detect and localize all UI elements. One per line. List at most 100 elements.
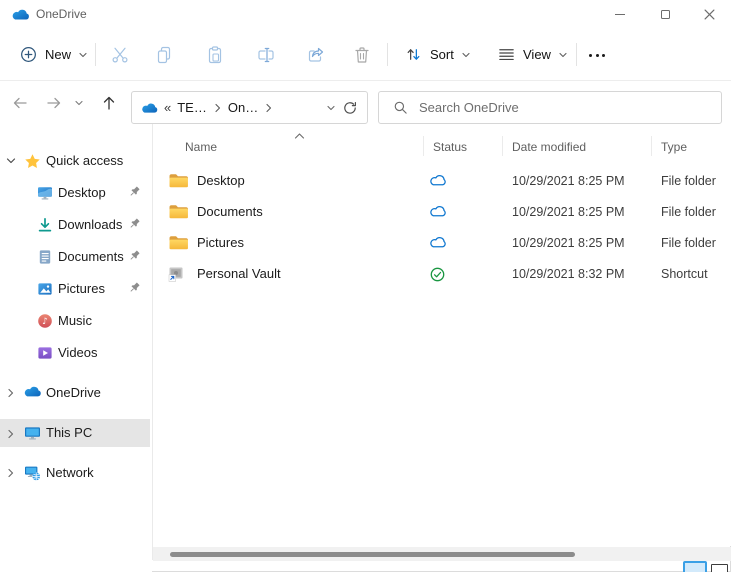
delete-button[interactable] [348, 41, 376, 69]
file-list-pane: Name Status Date modified Type Desktop 1… [153, 124, 731, 546]
synced-status-icon [430, 267, 445, 282]
sidebar-item-videos[interactable]: Videos [0, 338, 150, 368]
desktop-icon [37, 185, 53, 201]
file-date-modified: 10/29/2021 8:32 PM [512, 267, 625, 281]
breadcrumb-segment[interactable]: TE… [177, 100, 207, 115]
minimize-button[interactable] [598, 0, 642, 28]
toolbar-divider [576, 43, 577, 66]
onedrive-logo-icon [11, 8, 30, 21]
file-date-modified: 10/29/2021 8:25 PM [512, 236, 625, 250]
copy-icon [154, 45, 174, 65]
folder-icon [168, 172, 189, 189]
recent-locations-button[interactable] [68, 89, 90, 117]
file-date-modified: 10/29/2021 8:25 PM [512, 205, 625, 219]
refresh-icon[interactable] [342, 100, 358, 116]
sidebar-item-quick-access[interactable]: Quick access [0, 146, 150, 176]
chevron-right-icon[interactable] [6, 468, 16, 478]
sidebar-item-network[interactable]: Network [0, 458, 150, 488]
sidebar-item-onedrive[interactable]: OneDrive [0, 378, 150, 408]
file-date-modified: 10/29/2021 8:25 PM [512, 174, 625, 188]
chevron-right-icon[interactable] [6, 429, 16, 439]
column-header-row: Name Status Date modified Type [153, 124, 731, 160]
pin-icon [128, 281, 142, 295]
new-button-label: New [45, 47, 71, 62]
title-bar: OneDrive [0, 0, 731, 28]
onedrive-cloud-icon [24, 385, 41, 398]
file-type: File folder [661, 236, 716, 250]
sidebar-item-label: This PC [46, 425, 92, 441]
clipboard-icon [205, 45, 225, 65]
breadcrumb-segment[interactable]: On… [228, 100, 258, 115]
network-icon [24, 465, 41, 481]
paste-button[interactable] [201, 41, 229, 69]
folder-icon [168, 203, 189, 220]
horizontal-scrollbar-thumb[interactable] [170, 552, 575, 557]
sidebar-item-this-pc[interactable]: This PC [0, 419, 150, 447]
breadcrumb-overflow-icon[interactable]: « [164, 100, 171, 115]
pin-icon [128, 217, 142, 231]
file-row-personal-vault[interactable]: Personal Vault 10/29/2021 8:32 PM Shortc… [153, 258, 731, 289]
command-bar: New [0, 28, 731, 81]
address-dropdown-icon[interactable] [326, 103, 336, 113]
sidebar-item-downloads[interactable]: Downloads [0, 210, 150, 240]
scissors-icon [110, 45, 130, 65]
sidebar-item-music[interactable]: ♪ Music [0, 306, 150, 336]
rename-icon [256, 45, 276, 65]
column-divider[interactable] [423, 136, 424, 156]
column-header-type[interactable]: Type [661, 140, 687, 154]
minimize-icon [615, 14, 625, 15]
up-arrow-icon [100, 94, 118, 112]
column-divider[interactable] [502, 136, 503, 156]
address-bar[interactable]: « TE… On… [131, 91, 368, 124]
navigation-bar: « TE… On… [0, 81, 731, 124]
column-divider[interactable] [651, 136, 652, 156]
chevron-down-icon [74, 98, 84, 108]
chevron-right-icon[interactable] [264, 103, 273, 113]
folder-icon [168, 234, 189, 251]
downloads-icon [37, 217, 53, 233]
details-view-toggle-button[interactable] [683, 561, 707, 572]
file-explorer-window: OneDrive New [0, 0, 731, 572]
this-pc-icon [24, 425, 41, 441]
chevron-down-icon [461, 50, 471, 60]
close-button[interactable] [687, 0, 731, 28]
file-row-pictures[interactable]: Pictures 10/29/2021 8:25 PM File folder [153, 227, 731, 258]
new-button[interactable]: New [10, 38, 97, 71]
chevron-right-icon[interactable] [6, 388, 16, 398]
toolbar-divider [95, 43, 96, 66]
back-arrow-icon [11, 94, 29, 112]
horizontal-scrollbar[interactable] [153, 547, 731, 561]
pin-icon [128, 249, 142, 263]
star-icon [24, 153, 41, 170]
back-button[interactable] [6, 89, 34, 117]
search-input[interactable] [419, 100, 707, 115]
file-row-desktop[interactable]: Desktop 10/29/2021 8:25 PM File folder [153, 165, 731, 196]
view-button[interactable]: View [489, 38, 576, 71]
column-header-name[interactable]: Name [185, 140, 217, 154]
file-name: Personal Vault [197, 266, 281, 281]
up-button[interactable] [95, 89, 123, 117]
sidebar-item-desktop[interactable]: Desktop [0, 178, 150, 208]
plus-circle-icon [19, 45, 38, 64]
forward-button[interactable] [40, 89, 68, 117]
chevron-down-icon[interactable] [6, 156, 16, 166]
chevron-right-icon[interactable] [213, 103, 222, 113]
sidebar-item-documents[interactable]: Documents [0, 242, 150, 272]
file-type: File folder [661, 205, 716, 219]
share-button[interactable] [302, 41, 330, 69]
rename-button[interactable] [252, 41, 280, 69]
see-more-button[interactable] [583, 41, 611, 69]
cut-button[interactable] [106, 41, 134, 69]
pin-icon [128, 185, 142, 199]
sort-button[interactable]: Sort [396, 38, 479, 71]
column-header-status[interactable]: Status [433, 140, 467, 154]
maximize-button[interactable] [643, 0, 687, 28]
sidebar-item-pictures[interactable]: Pictures [0, 274, 150, 304]
file-type: Shortcut [661, 267, 708, 281]
copy-button[interactable] [150, 41, 178, 69]
large-icons-view-toggle-button[interactable] [711, 564, 728, 572]
file-row-documents[interactable]: Documents 10/29/2021 8:25 PM File folder [153, 196, 731, 227]
column-header-date-modified[interactable]: Date modified [512, 140, 586, 154]
svg-text:♪: ♪ [42, 317, 48, 327]
sidebar-item-label: Pictures [58, 281, 105, 297]
